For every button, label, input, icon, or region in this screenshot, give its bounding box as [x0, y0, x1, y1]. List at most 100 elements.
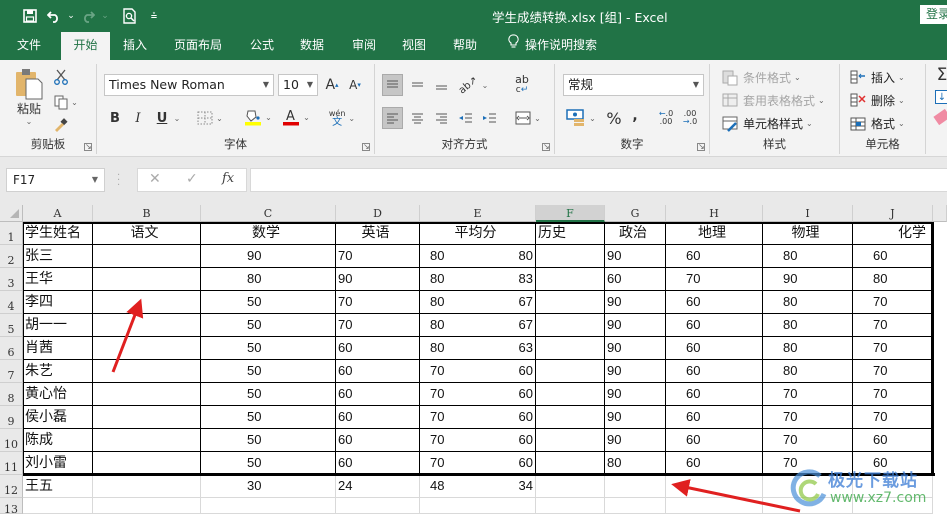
font-name-select[interactable]: Times New Roman ▼: [104, 74, 274, 96]
tab-data[interactable]: 数据: [292, 32, 332, 60]
clear-icon[interactable]: [933, 108, 947, 126]
cell-english[interactable]: 60: [336, 406, 420, 429]
cell-name[interactable]: 张三: [23, 245, 93, 268]
shrink-font-icon[interactable]: A ▾: [346, 76, 364, 94]
undo-dropdown-icon[interactable]: ⌄: [66, 11, 76, 21]
cell-name[interactable]: 侯小磊: [23, 406, 93, 429]
cell-geography[interactable]: 60: [666, 406, 763, 429]
row-header-12[interactable]: 12: [0, 475, 23, 498]
column-header-f[interactable]: F: [536, 205, 605, 222]
number-format-select[interactable]: 常规 ▼: [563, 74, 704, 96]
column-header-i[interactable]: I: [763, 205, 853, 222]
cell-physics[interactable]: 70: [763, 383, 853, 406]
accounting-format-button[interactable]: ⌄: [563, 106, 599, 130]
cell-chinese[interactable]: [93, 291, 201, 314]
format-as-table-button[interactable]: 套用表格格式 ⌄: [722, 92, 825, 109]
row-header-9[interactable]: 9: [0, 406, 23, 429]
header-cell-a[interactable]: 学生姓名: [23, 222, 93, 245]
cell-name[interactable]: 胡一一: [23, 314, 93, 337]
cell-geography[interactable]: 60: [666, 245, 763, 268]
grow-font-icon[interactable]: A ▴: [323, 76, 341, 94]
cell-history[interactable]: [536, 245, 605, 268]
cell-name[interactable]: 王五: [23, 475, 93, 498]
font-size-select[interactable]: 10 ▼: [278, 74, 318, 96]
decrease-indent-icon[interactable]: [455, 107, 476, 129]
cancel-icon[interactable]: ✕: [149, 171, 161, 187]
header-cell-e[interactable]: 平均分: [420, 222, 536, 245]
cell-chemistry[interactable]: 70: [853, 360, 933, 383]
header-cell-d[interactable]: 英语: [336, 222, 420, 245]
autosum-icon[interactable]: Σ: [934, 65, 947, 85]
cell-politics[interactable]: 90: [605, 245, 666, 268]
cell-geography[interactable]: 60: [666, 383, 763, 406]
cell-name[interactable]: 李四: [23, 291, 93, 314]
top-align-icon[interactable]: [382, 74, 403, 96]
cell-average[interactable]: 70 60: [420, 360, 536, 383]
cell-math[interactable]: 30: [201, 475, 336, 498]
conditional-formatting-button[interactable]: 条件格式 ⌄: [722, 69, 801, 86]
row-header-3[interactable]: 3: [0, 268, 23, 291]
cell-math[interactable]: 50: [201, 314, 336, 337]
cell-chemistry[interactable]: 80: [853, 268, 933, 291]
row-header-4[interactable]: 4: [0, 291, 23, 314]
column-header-h[interactable]: H: [666, 205, 763, 222]
cell-history[interactable]: [536, 475, 605, 498]
cell-average[interactable]: 70 60: [420, 383, 536, 406]
cell-history[interactable]: [536, 314, 605, 337]
cell-english[interactable]: 60: [336, 360, 420, 383]
tab-file[interactable]: 文件: [9, 32, 49, 60]
cell-geography[interactable]: 60: [666, 291, 763, 314]
cell-english[interactable]: 70: [336, 245, 420, 268]
fill-color-button[interactable]: ⌄: [243, 106, 273, 128]
cell-average[interactable]: 80 67: [420, 291, 536, 314]
cell-average[interactable]: 80 67: [420, 314, 536, 337]
header-cell-g[interactable]: 政治: [605, 222, 666, 245]
cell-name[interactable]: 朱艺: [23, 360, 93, 383]
cell-politics[interactable]: 90: [605, 337, 666, 360]
row-header-8[interactable]: 8: [0, 383, 23, 406]
format-painter-icon[interactable]: [52, 116, 70, 134]
cell-geography[interactable]: 60: [666, 337, 763, 360]
bold-button[interactable]: B: [106, 108, 124, 128]
cell-math[interactable]: 50: [201, 291, 336, 314]
tab-formulas[interactable]: 公式: [242, 32, 282, 60]
cell-empty[interactable]: [666, 498, 763, 514]
cell-chinese[interactable]: [93, 383, 201, 406]
undo-icon[interactable]: [42, 5, 66, 27]
column-header-e[interactable]: E: [420, 205, 536, 222]
enter-icon[interactable]: ✓: [186, 171, 198, 187]
cell-styles-button[interactable]: 单元格样式 ⌄: [722, 115, 813, 132]
cell-name[interactable]: 肖茜: [23, 337, 93, 360]
cell-history[interactable]: [536, 452, 605, 475]
redo-icon[interactable]: [76, 5, 100, 27]
cell-average[interactable]: 80 80: [420, 245, 536, 268]
row-header-5[interactable]: 5: [0, 314, 23, 337]
column-header-b[interactable]: B: [93, 205, 201, 222]
orientation-button[interactable]: ab↗ ⌄: [457, 74, 489, 96]
row-header-10[interactable]: 10: [0, 429, 23, 452]
cell-history[interactable]: [536, 268, 605, 291]
cell-chinese[interactable]: [93, 429, 201, 452]
cell-politics[interactable]: 90: [605, 291, 666, 314]
cell-chinese[interactable]: [93, 337, 201, 360]
cell-chinese[interactable]: [93, 360, 201, 383]
tab-tell-me[interactable]: 操作说明搜索: [500, 32, 605, 60]
cell-math[interactable]: 90: [201, 245, 336, 268]
tab-home[interactable]: 开始: [61, 32, 110, 60]
cell-physics[interactable]: 80: [763, 314, 853, 337]
cell-empty[interactable]: [93, 498, 201, 514]
cell-average[interactable]: 70 60: [420, 452, 536, 475]
login-button[interactable]: 登录: [920, 5, 947, 24]
cell-english[interactable]: 70: [336, 314, 420, 337]
cell-geography[interactable]: 60: [666, 429, 763, 452]
cell-english[interactable]: 60: [336, 452, 420, 475]
cell-empty[interactable]: [420, 498, 536, 514]
row-header-6[interactable]: 6: [0, 337, 23, 360]
header-cell-f[interactable]: 历史: [536, 222, 605, 245]
cell-english[interactable]: 70: [336, 291, 420, 314]
cell-name[interactable]: 王华: [23, 268, 93, 291]
name-box[interactable]: F17 ▼: [6, 168, 105, 192]
cell-politics[interactable]: 80: [605, 452, 666, 475]
insert-cells-button[interactable]: 插入 ⌄: [850, 69, 905, 86]
select-all-button[interactable]: [0, 205, 23, 222]
